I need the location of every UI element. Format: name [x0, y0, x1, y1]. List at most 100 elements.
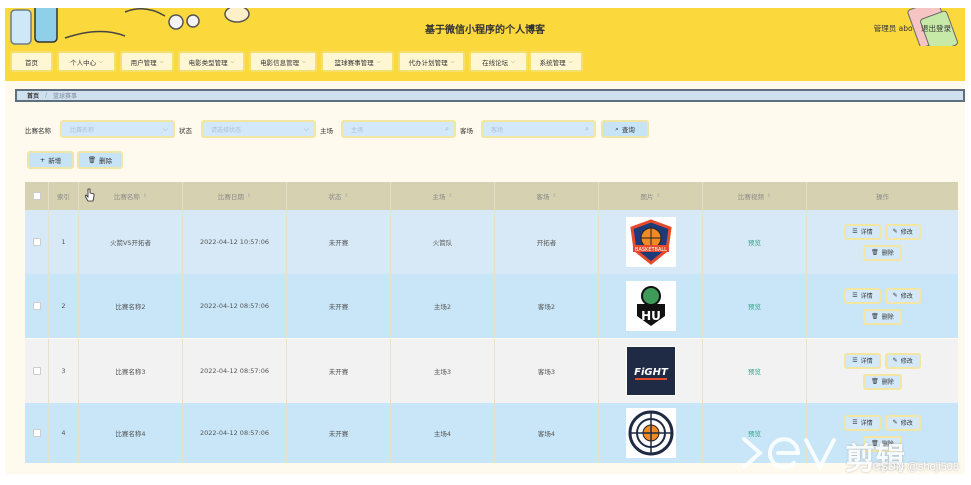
name-filter-label: 比赛名称 [25, 127, 51, 135]
nav-item-movie-info-management[interactable]: 电影信息管理 ⌵ [249, 51, 317, 72]
basketball-badge-logo[interactable]: BASKETBALL [625, 217, 676, 267]
table-cell: BASKETBALL [599, 210, 703, 274]
bulk-delete-button[interactable]: 🗑 删除 [77, 151, 123, 169]
detail-icon: ☰ [852, 357, 858, 364]
cell-name: 比赛名称4 [115, 430, 146, 438]
nav-item-label: 系统管理 [539, 58, 566, 67]
cell-away: 客场3 [537, 368, 556, 376]
edit-button[interactable]: ✎ 修改 [884, 287, 921, 304]
edit-button[interactable]: ✎ 修改 [884, 223, 921, 240]
table-cell: 主场4 [391, 403, 495, 463]
site-title: 基于微信小程序的个人博客 [425, 25, 545, 36]
header-date[interactable]: 比赛日期 ⇕ [183, 182, 287, 210]
table-cell: 2022-04-12 08:57:06 [183, 274, 287, 338]
search-button-label: 查询 [621, 126, 635, 134]
detail-button[interactable]: ☰ 详情 [844, 352, 881, 369]
green-team-logo[interactable]: HU [625, 281, 676, 331]
target-team-logo[interactable] [625, 408, 676, 458]
edit-icon: ✎ [892, 228, 898, 235]
nav-item-label: 电影类型管理 [188, 58, 228, 67]
table-cell: 2022-04-12 10:57:06 [183, 210, 287, 274]
table-cell: 未开赛 [287, 339, 391, 403]
table-cell: 4 [49, 403, 79, 463]
table-cell: 2022-04-12 08:57:06 [183, 403, 287, 463]
name-filter-input[interactable]: 比赛名称 ⌵ [60, 120, 175, 138]
breadcrumb-home[interactable]: 首页 [27, 91, 39, 100]
row-checkbox[interactable] [32, 429, 41, 437]
edit-button[interactable]: ✎ 修改 [884, 352, 921, 369]
home-filter-label: 主场 [320, 127, 333, 135]
header-away[interactable]: 客场 ⇕ [495, 182, 599, 210]
header-image[interactable]: 图片 ⇕ [599, 182, 703, 210]
chevron-down-icon: ⌵ [568, 58, 573, 65]
cell-date: 2022-04-12 08:57:06 [199, 429, 270, 437]
sort-icon: ⇕ [766, 193, 772, 199]
delete-button[interactable]: 🗑 删除 [863, 244, 902, 261]
plus-icon: + [39, 156, 46, 164]
nav-item-personal-center[interactable]: 个人中心 ⌵ [57, 51, 116, 72]
cell-date: 2022-04-12 08:57:06 [199, 302, 270, 310]
header-label: 索引 [57, 193, 70, 201]
header-actions: 操作 [807, 182, 958, 210]
add-button[interactable]: + 新增 [27, 151, 74, 169]
away-filter-input[interactable]: 客场 ⌕ [481, 120, 596, 138]
table-cell: 未开赛 [287, 274, 391, 338]
cell-index: 4 [61, 429, 66, 437]
row-checkbox[interactable] [32, 238, 41, 246]
nav-item-online-forum[interactable]: 在线论坛 ⌵ [469, 51, 528, 72]
detail-button[interactable]: ☰ 详情 [844, 223, 881, 240]
header-label: 操作 [876, 193, 889, 201]
search-icon: ⌕ [445, 125, 449, 133]
table-cell: 火箭VS开拓者 [79, 210, 183, 274]
video-preview-link[interactable]: 预览 [748, 301, 761, 311]
home-filter-placeholder: 主场 [351, 126, 364, 134]
select-all-checkbox[interactable] [32, 192, 41, 200]
edit-button[interactable]: ✎ 修改 [884, 414, 921, 431]
video-preview-link[interactable]: 预览 [748, 366, 761, 376]
nav-item-todo-plan-management[interactable]: 代办计划管理 ⌵ [398, 51, 465, 72]
header-status[interactable]: 状态 ⇕ [287, 182, 391, 210]
table-row: 1 火箭VS开拓者 2022-04-12 10:57:06 未开赛 火箭队 开拓者 BASK… [25, 210, 958, 274]
name-filter-placeholder: 比赛名称 [70, 126, 95, 134]
home-filter-input[interactable]: 主场 ⌕ [341, 120, 456, 138]
table-cell: 比赛名称2 [79, 274, 183, 338]
header-home[interactable]: 主场 ⇕ [391, 182, 495, 210]
chevron-down-icon: ⌵ [450, 58, 455, 65]
nav-item-movie-type-management[interactable]: 电影类型管理 ⌵ [178, 51, 245, 72]
navy-team-logo[interactable]: FiGHT [625, 346, 676, 396]
cell-name: 比赛名称2 [115, 303, 146, 311]
top-nav: 首页 个人中心 ⌵ 用户管理 ⌵ 电影类型管理 ⌵ 电影信息管理 ⌵ 篮球赛事管理 ⌵ 代… [5, 46, 965, 81]
trash-icon: 🗑 [871, 249, 879, 256]
nav-item-basketball-event-management[interactable]: 篮球赛事管理 ⌵ [321, 51, 394, 72]
nav-item-label: 代办计划管理 [408, 58, 448, 67]
header-label: 状态 [328, 193, 342, 201]
video-preview-link[interactable]: 预览 [748, 237, 761, 247]
nav-item-label: 电影信息管理 [260, 58, 300, 67]
row-checkbox[interactable] [32, 302, 41, 310]
delete-button[interactable]: 🗑 删除 [863, 308, 902, 325]
search-button[interactable]: ⌕ 查询 [601, 120, 649, 138]
detail-button[interactable]: ☰ 详情 [844, 287, 881, 304]
cell-home: 主场3 [433, 368, 452, 376]
nav-item-user-management[interactable]: 用户管理 ⌵ [120, 51, 174, 72]
header-label: 图片 [640, 193, 654, 201]
edit-icon: ✎ [892, 357, 898, 364]
table-cell [25, 210, 49, 274]
status-filter-select[interactable]: 请选择状态 ⌵ [201, 120, 316, 138]
nav-item-home[interactable]: 首页 [10, 51, 53, 72]
detail-button[interactable]: ☰ 详情 [844, 414, 881, 431]
header-index[interactable]: 索引 [49, 182, 79, 210]
header-video[interactable]: 比赛视频 ⇕ [703, 182, 807, 210]
table-cell: 2022-04-12 08:57:06 [183, 339, 287, 403]
detail-icon: ☰ [852, 292, 858, 299]
cell-status: 未开赛 [328, 430, 349, 438]
add-button-label: 新增 [48, 157, 62, 165]
delete-button[interactable]: 🗑 删除 [863, 373, 902, 390]
nav-item-system-management[interactable]: 系统管理 ⌵ [529, 51, 583, 72]
row-checkbox[interactable] [32, 367, 41, 375]
sort-icon: ⇕ [552, 193, 557, 199]
logout-link[interactable]: 退出登录 [921, 24, 951, 33]
table-cell: 比赛名称4 [79, 403, 183, 463]
status-filter-placeholder: 请选择状态 [211, 126, 242, 134]
table-cell: ☰ 详情 ✎ 修改 🗑 删除 [807, 210, 958, 274]
